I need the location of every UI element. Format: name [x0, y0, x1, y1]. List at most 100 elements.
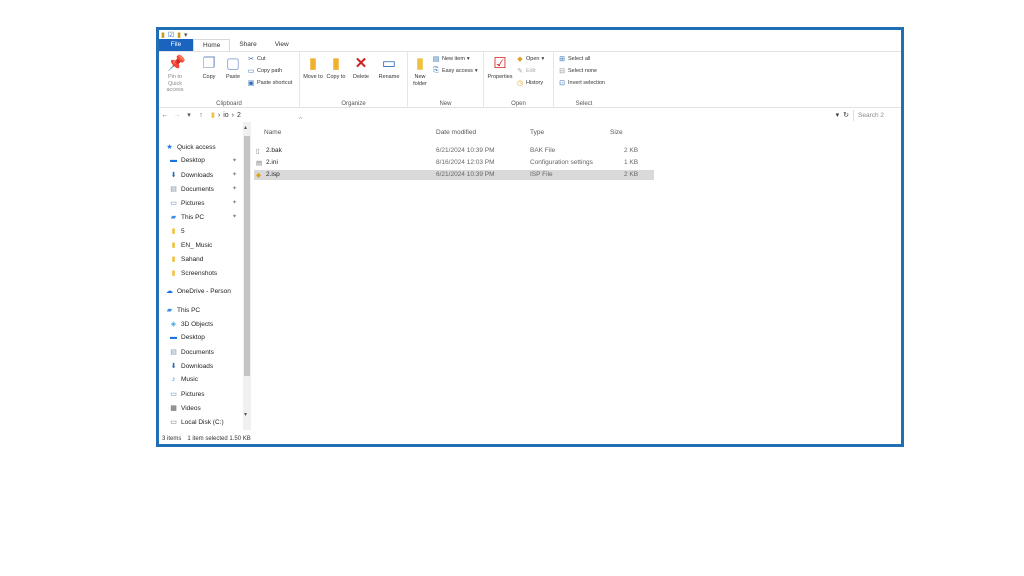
nav-item[interactable]: ▤ Documents: [169, 185, 214, 194]
desktop-icon: ▬: [170, 334, 177, 341]
nav-item-label: OneDrive - Person: [177, 287, 231, 295]
cloud-icon: ☁: [166, 288, 173, 295]
new-folder-button[interactable]: ▮ New folder: [412, 56, 428, 87]
copy-icon: ❐: [202, 55, 216, 72]
nav-item-label: This PC: [181, 213, 205, 221]
nav-item[interactable]: ★ Quick access: [165, 143, 216, 152]
new-group: ▮ New folder ▤ New item ▾ ⎘ Easy access …: [408, 52, 484, 108]
move-to-button[interactable]: ▮ Move to: [303, 56, 323, 81]
nav-item[interactable]: ☁ OneDrive - Person: [165, 287, 231, 296]
nav-item[interactable]: ▭ Pictures: [169, 199, 204, 208]
paste-shortcut-button[interactable]: ▣ Paste shortcut: [247, 79, 292, 87]
music-icon: ♪: [171, 376, 176, 383]
select-none-button[interactable]: ⊟ Select none: [558, 67, 597, 75]
breadcrumb[interactable]: ▮ › io › 2: [211, 111, 241, 120]
folder-icon[interactable]: ▮: [177, 31, 181, 39]
nav-scrollbar[interactable]: ▴ ▾: [243, 122, 251, 430]
copy-to-button[interactable]: ▮ Copy to: [326, 56, 346, 81]
nav-item-label: Downloads: [181, 171, 214, 179]
tab-file[interactable]: File: [159, 39, 193, 51]
nav-item[interactable]: ⬇ Downloads: [169, 362, 214, 371]
nav-item[interactable]: ▰ This PC: [169, 213, 205, 222]
nav-item[interactable]: ▰ This PC: [165, 306, 200, 315]
nav-item[interactable]: ⬇ Downloads: [169, 171, 214, 180]
up-arrow-icon[interactable]: ↑: [195, 112, 207, 119]
move-to-icon: ▮: [308, 55, 318, 72]
download-icon: ⬇: [170, 172, 177, 179]
scroll-up-icon[interactable]: ▴: [244, 124, 247, 131]
nav-item[interactable]: ▦ Videos: [169, 404, 201, 413]
search-input[interactable]: Search 2: [853, 109, 901, 121]
invert-selection-button[interactable]: ⊡ Invert selection: [558, 79, 605, 87]
nav-item-label: Pictures: [181, 390, 205, 398]
file-row[interactable]: ◆ 2.isp 6/21/2024 10:39 PM ISP File 2 KB: [254, 170, 654, 180]
properties-button[interactable]: ☑ Properties: [487, 56, 513, 81]
nav-item[interactable]: ▭ Pictures: [169, 390, 205, 399]
nav-item[interactable]: ▮ Sahand: [169, 255, 204, 264]
recent-dropdown-icon[interactable]: ▾: [183, 111, 195, 119]
forward-arrow-icon[interactable]: →: [171, 112, 183, 119]
back-arrow-icon[interactable]: ←: [159, 112, 171, 119]
paste-shortcut-icon: ▣: [247, 80, 255, 87]
column-header-name[interactable]: Name: [264, 129, 281, 136]
nav-item[interactable]: ▭ Local Disk (C:): [169, 418, 223, 427]
breadcrumb-io[interactable]: io: [223, 112, 228, 119]
nav-item[interactable]: ◈ 3D Objects: [169, 320, 213, 329]
folder-icon: ▮: [171, 256, 176, 263]
cut-button[interactable]: ✂ Cut: [247, 55, 266, 63]
dropdown-icon: ▾: [541, 56, 545, 62]
ribbon-tabs: File Home Share View: [159, 39, 901, 52]
column-header-size[interactable]: Size: [610, 129, 623, 136]
paste-button[interactable]: ▢ Paste: [223, 56, 243, 81]
nav-item[interactable]: ▤ Documents: [169, 348, 214, 357]
column-header-date[interactable]: Date modified: [436, 129, 476, 136]
copy-path-icon: ▭: [247, 68, 255, 75]
easy-access-icon: ⎘: [433, 67, 439, 74]
sort-indicator-icon: ^: [299, 116, 303, 123]
nav-item[interactable]: ▬ Desktop: [169, 157, 205, 164]
tab-home[interactable]: Home: [193, 39, 231, 51]
nav-item-label: Screenshots: [181, 269, 218, 277]
scroll-down-icon[interactable]: ▾: [244, 411, 247, 418]
dropdown-icon[interactable]: ▾: [184, 31, 188, 39]
folder-icon: ▮: [171, 242, 176, 249]
copy-path-button[interactable]: ▭ Copy path: [247, 67, 282, 75]
new-item-button[interactable]: ▤ New item ▾: [432, 55, 470, 63]
nav-item[interactable]: ▮ Screenshots: [169, 269, 218, 278]
nav-item[interactable]: ▬ Desktop: [169, 334, 205, 341]
documents-icon: ▤: [170, 349, 177, 356]
nav-item[interactable]: ▮ EN_ Music: [169, 241, 213, 250]
column-header-type[interactable]: Type: [530, 129, 544, 136]
nav-item-label: Downloads: [181, 362, 214, 370]
file-row[interactable]: ▤ 2.ini 8/16/2024 12:03 PM Configuration se…: [254, 158, 654, 168]
open-button[interactable]: ◆ Open ▾: [516, 55, 544, 63]
select-all-button[interactable]: ⊞ Select all: [558, 55, 590, 63]
nav-item-label: Quick access: [177, 143, 216, 151]
nav-item[interactable]: ♪ Music: [169, 376, 198, 383]
checkbox-icon[interactable]: ☑: [168, 31, 174, 39]
refresh-icon[interactable]: ↻: [843, 111, 849, 119]
rename-button[interactable]: ▭ Rename: [376, 56, 402, 81]
move-to-label: Move to: [303, 74, 323, 80]
pictures-icon: ▭: [170, 200, 177, 207]
breadcrumb-2[interactable]: 2: [237, 112, 241, 119]
tab-share[interactable]: Share: [230, 39, 265, 51]
select-none-icon: ⊟: [559, 68, 565, 75]
clipboard-group: 📌 Pin to Quick access ❐ Copy ▢ Paste ✂ C…: [159, 52, 300, 108]
scroll-thumb[interactable]: [244, 136, 250, 376]
history-dropdown-icon[interactable]: ▾: [836, 111, 840, 119]
copy-button[interactable]: ❐ Copy: [199, 56, 219, 81]
delete-button[interactable]: ✕ Delete: [350, 56, 372, 81]
history-button[interactable]: ◷ History: [516, 79, 543, 87]
easy-access-button[interactable]: ⎘ Easy access ▾: [432, 67, 477, 75]
tab-view[interactable]: View: [266, 39, 298, 51]
select-all-label: Select all: [568, 56, 591, 62]
nav-item[interactable]: ▮ 5: [169, 227, 185, 236]
edit-button[interactable]: ✎ Edit: [516, 67, 535, 75]
pin-to-quick-access-button[interactable]: 📌 Pin to Quick access: [161, 56, 189, 94]
select-none-label: Select none: [568, 68, 598, 74]
dropdown-icon: ▾: [466, 56, 470, 62]
file-row[interactable]: ▯ 2.bak 6/21/2024 10:39 PM BAK File 2 KB: [254, 146, 654, 156]
easy-access-label: Easy access: [442, 68, 473, 74]
open-label: Open: [526, 56, 540, 62]
